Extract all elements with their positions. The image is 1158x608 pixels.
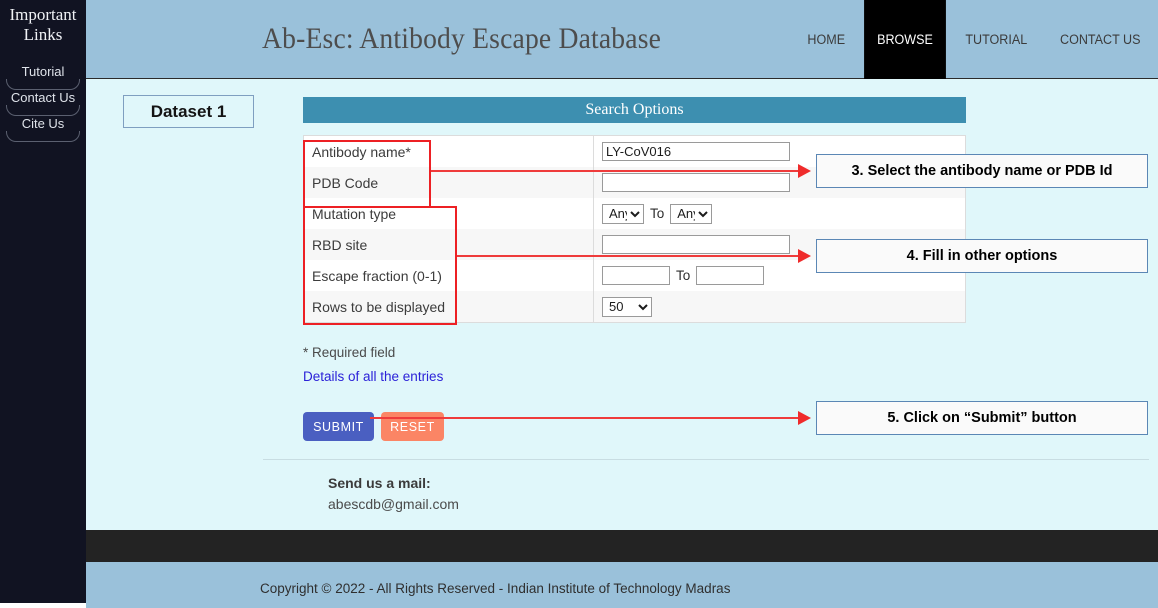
antibody-name-input[interactable] bbox=[602, 142, 790, 161]
mutation-type-to-select[interactable]: Any bbox=[670, 203, 713, 224]
send-mail-heading: Send us a mail: bbox=[328, 475, 431, 491]
footer-dark-bar bbox=[86, 530, 1158, 562]
annotation-step-4: 4. Fill in other options bbox=[816, 239, 1148, 273]
callout-line-4 bbox=[457, 255, 805, 257]
section-divider bbox=[263, 459, 1149, 460]
form-row-mutation-type: Mutation type Any To Any bbox=[304, 198, 965, 229]
callout-line-3 bbox=[431, 170, 805, 172]
mutation-type-to-label: To bbox=[650, 206, 665, 221]
mutation-type-from-select[interactable]: Any bbox=[602, 203, 644, 224]
site-header: Ab-Esc: Antibody Escape Database HOME BR… bbox=[86, 0, 1158, 79]
nav-item-browse[interactable]: BROWSE bbox=[864, 0, 946, 79]
contact-email-address[interactable]: abescdb@gmail.com bbox=[328, 496, 459, 512]
escape-fraction-min-input[interactable] bbox=[602, 266, 670, 285]
details-of-all-entries-link[interactable]: Details of all the entries bbox=[303, 369, 443, 384]
escape-fraction-to-label: To bbox=[676, 268, 691, 283]
search-options-panel: Search Options Antibody name* PDB Code M… bbox=[303, 97, 966, 323]
sidebar-item-label: Tutorial bbox=[21, 64, 65, 79]
annotation-step-5-text: 5. Click on “Submit” button bbox=[887, 410, 1077, 426]
sidebar-link-list: Tutorial Contact Us Cite Us bbox=[0, 59, 86, 142]
callout-line-5 bbox=[370, 417, 805, 419]
submit-button[interactable]: SUBMIT bbox=[303, 412, 374, 441]
annotation-step-3-text: 3. Select the antibody name or PDB Id bbox=[851, 163, 1113, 179]
sidebar-item-tutorial[interactable]: Tutorial bbox=[0, 59, 86, 90]
search-options-title: Search Options bbox=[303, 97, 966, 123]
callout-arrow-3 bbox=[798, 164, 811, 178]
sidebar: Important Links Tutorial Contact Us Cite… bbox=[0, 0, 86, 603]
sidebar-item-contact-us[interactable]: Contact Us bbox=[0, 85, 86, 116]
rows-displayed-select[interactable]: 50 bbox=[602, 296, 652, 317]
nav-item-contact-us[interactable]: CONTACT US bbox=[1047, 0, 1153, 79]
mutation-type-cell: Any To Any bbox=[593, 198, 965, 229]
dataset-label-box: Dataset 1 bbox=[123, 95, 254, 128]
required-field-note: * Required field bbox=[303, 345, 396, 360]
callout-arrow-5 bbox=[798, 411, 811, 425]
nav-item-label: TUTORIAL bbox=[965, 32, 1028, 47]
annotation-step-4-text: 4. Fill in other options bbox=[906, 248, 1058, 264]
app-root: Important Links Tutorial Contact Us Cite… bbox=[0, 0, 1158, 608]
sidebar-title: Important Links bbox=[9, 5, 77, 44]
annotation-step-3: 3. Select the antibody name or PDB Id bbox=[816, 154, 1148, 188]
pdb-code-input[interactable] bbox=[602, 173, 790, 192]
copyright-text: Copyright © 2022 - All Rights Reserved -… bbox=[260, 581, 731, 596]
nav-item-label: CONTACT US bbox=[1060, 32, 1141, 47]
rows-displayed-cell: 50 bbox=[593, 291, 965, 322]
mutation-type-label: Mutation type bbox=[312, 205, 397, 222]
main-navigation: HOME BROWSE TUTORIAL CONTACT US bbox=[792, 0, 1158, 79]
antibody-name-label: Antibody name* bbox=[312, 143, 411, 160]
nav-item-home[interactable]: HOME bbox=[795, 0, 859, 79]
sidebar-item-label: Contact Us bbox=[10, 90, 76, 105]
rbd-site-input[interactable] bbox=[602, 235, 790, 254]
annotation-step-5: 5. Click on “Submit” button bbox=[816, 401, 1148, 435]
rows-displayed-label: Rows to be displayed bbox=[312, 298, 446, 315]
escape-fraction-label: Escape fraction (0-1) bbox=[312, 267, 442, 284]
sidebar-item-label: Cite Us bbox=[21, 116, 65, 131]
nav-item-label: BROWSE bbox=[877, 32, 933, 47]
form-row-rows-displayed: Rows to be displayed 50 bbox=[304, 291, 965, 322]
footer-copyright-bar: Copyright © 2022 - All Rights Reserved -… bbox=[86, 562, 1158, 608]
callout-arrow-4 bbox=[798, 249, 811, 263]
dataset-label: Dataset 1 bbox=[150, 101, 227, 121]
nav-item-label: HOME bbox=[807, 32, 846, 47]
nav-item-tutorial[interactable]: TUTORIAL bbox=[952, 0, 1040, 79]
sidebar-item-cite-us[interactable]: Cite Us bbox=[0, 111, 86, 142]
page-body: Dataset 1 Search Options Antibody name* … bbox=[86, 79, 1158, 530]
escape-fraction-max-input[interactable] bbox=[696, 266, 765, 285]
site-title: Ab-Esc: Antibody Escape Database bbox=[262, 22, 662, 55]
